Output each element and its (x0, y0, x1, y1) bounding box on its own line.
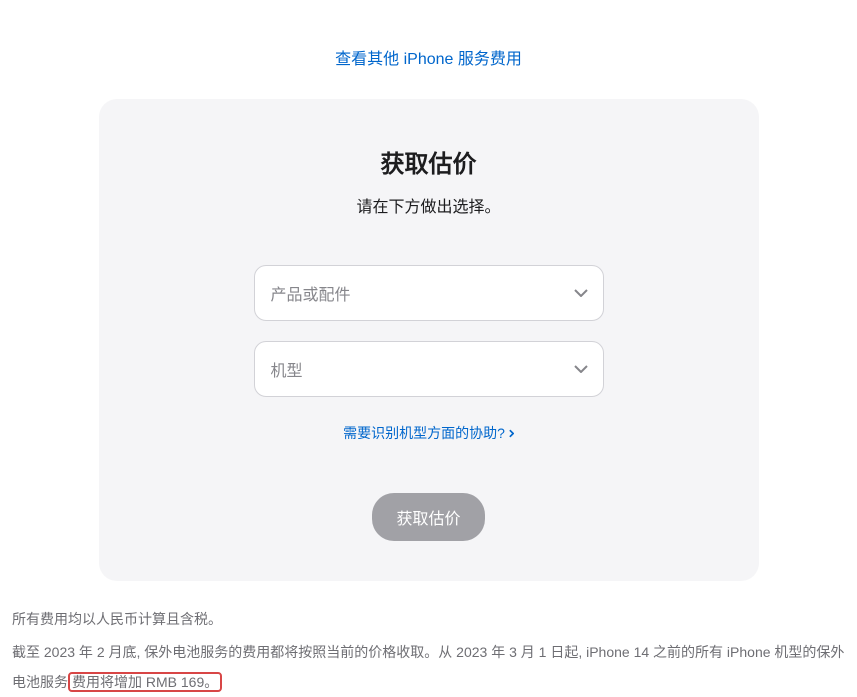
footer-line-2: 截至 2023 年 2 月底, 保外电池服务的费用都将按照当前的价格收取。从 2… (12, 638, 845, 697)
help-link-label: 需要识别机型方面的协助? (343, 423, 505, 443)
product-select-wrapper: 产品或配件 (254, 265, 604, 321)
get-estimate-button[interactable]: 获取估价 (372, 493, 484, 541)
view-other-services-link[interactable]: 查看其他 iPhone 服务费用 (335, 51, 522, 68)
card-subtitle: 请在下方做出选择。 (139, 193, 719, 217)
estimate-card: 获取估价 请在下方做出选择。 产品或配件 机型 需要识别机型方面的协助? 获取估… (99, 99, 759, 581)
card-title: 获取估价 (139, 144, 719, 179)
top-link-container: 查看其他 iPhone 服务费用 (10, 0, 847, 99)
model-select[interactable]: 机型 (254, 341, 604, 397)
chevron-right-icon (509, 425, 514, 441)
footer-notes: 所有费用均以人民币计算且含税。 截至 2023 年 2 月底, 保外电池服务的费… (10, 605, 847, 697)
footer-line-1: 所有费用均以人民币计算且含税。 (12, 605, 845, 634)
model-select-wrapper: 机型 (254, 341, 604, 397)
product-select[interactable]: 产品或配件 (254, 265, 604, 321)
price-increase-highlight: 费用将增加 RMB 169。 (68, 672, 222, 692)
identify-model-help-link[interactable]: 需要识别机型方面的协助? (343, 423, 514, 443)
